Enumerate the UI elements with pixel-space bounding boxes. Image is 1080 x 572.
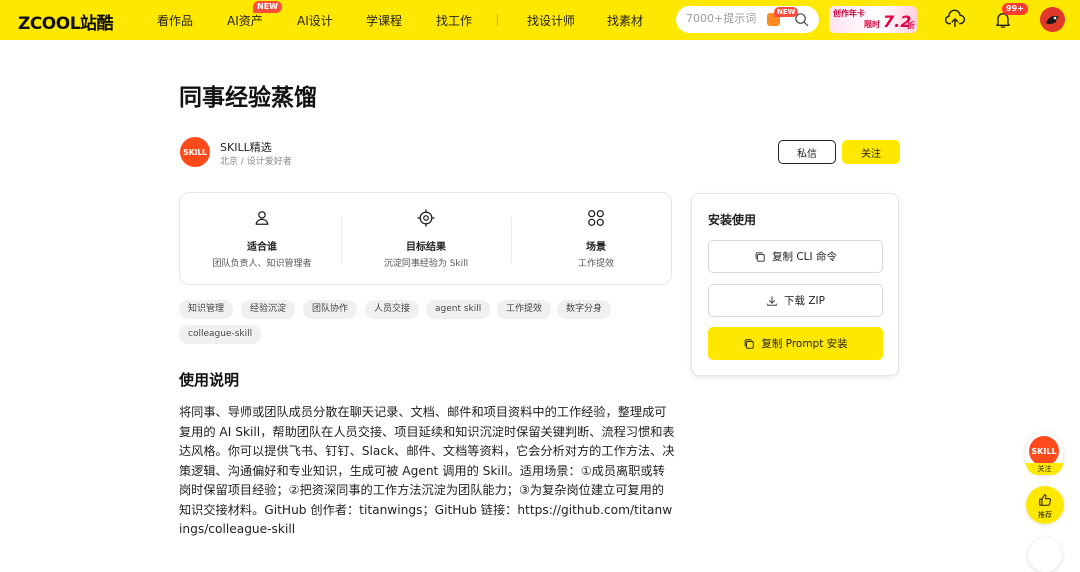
nav-item-courses[interactable]: 学课程 bbox=[366, 12, 402, 29]
tag-digital-twin[interactable]: 数字分身 bbox=[557, 300, 612, 319]
search-input[interactable] bbox=[686, 12, 766, 25]
info-divider bbox=[511, 217, 512, 263]
upload-icon[interactable] bbox=[944, 8, 966, 30]
nav-divider bbox=[497, 14, 498, 26]
tag-agent-skill[interactable]: agent skill bbox=[426, 300, 491, 319]
info-title: 适合谁 bbox=[247, 242, 277, 253]
usage-title: 使用说明 bbox=[179, 371, 240, 389]
author-name[interactable]: SKILL精选 bbox=[220, 139, 272, 155]
author-meta: 北京 / 设计爱好者 bbox=[220, 157, 292, 167]
copy-prompt-label: 复制 Prompt 安装 bbox=[761, 338, 848, 350]
floating-skill-label: 关注 bbox=[1026, 463, 1063, 475]
tag-colleague-skill[interactable]: colleague-skill bbox=[179, 325, 262, 344]
target-icon bbox=[417, 209, 435, 227]
info-scene: 场景 工作提效 bbox=[514, 193, 678, 286]
copy-icon bbox=[755, 251, 765, 262]
info-goal: 目标结果 沉淀同事经验为 Skill bbox=[344, 193, 508, 286]
search-icon[interactable] bbox=[794, 12, 809, 27]
grid-icon bbox=[588, 210, 604, 226]
install-title: 安装使用 bbox=[708, 213, 757, 227]
promo-banner[interactable]: 创作年卡 限时 7.2 折 bbox=[829, 6, 917, 33]
back-to-top-button[interactable] bbox=[1028, 538, 1062, 572]
promo-title: 创作年卡 bbox=[833, 9, 865, 18]
nav-item-jobs[interactable]: 找工作 bbox=[436, 12, 472, 29]
notification-badge: 99+ bbox=[1002, 3, 1028, 15]
download-zip-button[interactable]: 下载 ZIP bbox=[708, 284, 883, 317]
tag-knowledge-management[interactable]: 知识管理 bbox=[179, 300, 234, 319]
tag-team-collab[interactable]: 团队协作 bbox=[303, 300, 358, 319]
search-box: NEW bbox=[676, 6, 819, 33]
avatar-character-icon bbox=[1040, 7, 1065, 32]
install-panel: 安装使用 复制 CLI 命令 下载 ZIP 复制 Prompt 安装 bbox=[691, 193, 899, 376]
top-nav-bar: ZCOOL站酷 看作品 AI资产 NEW AI设计 学课程 找工作 找设计师 找… bbox=[0, 0, 1080, 40]
floating-skill-follow[interactable]: SKILL 关注 bbox=[1026, 432, 1063, 475]
follow-button[interactable]: 关注 bbox=[842, 140, 900, 164]
nav-item-ai-design[interactable]: AI设计 bbox=[297, 12, 333, 29]
usage-description: 将同事、导师或团队成员分散在聊天记录、文档、邮件和项目资料中的工作经验，整理成可… bbox=[179, 405, 675, 536]
user-icon bbox=[255, 211, 269, 225]
thumbs-up-icon bbox=[1039, 494, 1051, 506]
floating-skill-avatar: SKILL bbox=[1029, 436, 1059, 466]
tag-handover[interactable]: 人员交接 bbox=[365, 300, 420, 319]
nav-item-materials[interactable]: 找素材 bbox=[607, 12, 643, 29]
tag-efficiency[interactable]: 工作提效 bbox=[497, 300, 552, 319]
tag-experience[interactable]: 经验沉淀 bbox=[241, 300, 296, 319]
info-title: 目标结果 bbox=[406, 242, 446, 253]
promo-subtitle: 限时 bbox=[864, 20, 880, 29]
nav-item-ai-assets[interactable]: AI资产 bbox=[227, 12, 263, 29]
user-avatar[interactable] bbox=[1040, 7, 1065, 32]
download-zip-label: 下载 ZIP bbox=[784, 295, 825, 307]
page-title: 同事经验蒸馏 bbox=[179, 85, 317, 111]
info-title: 场景 bbox=[586, 242, 606, 253]
info-audience: 适合谁 团队负责人、知识管理者 bbox=[180, 193, 344, 286]
download-icon bbox=[767, 295, 777, 306]
floating-recommend-button[interactable]: 推荐 bbox=[1026, 486, 1064, 524]
copy-prompt-button[interactable]: 复制 Prompt 安装 bbox=[708, 327, 883, 360]
info-subtitle: 工作提效 bbox=[577, 259, 614, 269]
info-subtitle: 团队负责人、知识管理者 bbox=[212, 259, 312, 269]
nav-item-designers[interactable]: 找设计师 bbox=[527, 12, 575, 29]
zcool-logo[interactable]: ZCOOL站酷 bbox=[18, 9, 114, 34]
message-button[interactable]: 私信 bbox=[778, 140, 836, 164]
info-card: 适合谁 团队负责人、知识管理者 目标结果 沉淀同事经验为 Skill 场景 工作… bbox=[179, 192, 672, 285]
copy-cli-button[interactable]: 复制 CLI 命令 bbox=[708, 240, 883, 273]
floating-recommend-label: 推荐 bbox=[1038, 511, 1052, 519]
promo-unit: 折 bbox=[907, 21, 915, 30]
new-badge: NEW bbox=[253, 1, 282, 13]
copy-cli-label: 复制 CLI 命令 bbox=[772, 251, 837, 263]
info-divider bbox=[341, 217, 342, 263]
nav-item-works[interactable]: 看作品 bbox=[157, 12, 193, 29]
copy-icon bbox=[744, 338, 755, 349]
author-avatar[interactable]: SKILL bbox=[180, 137, 210, 167]
info-subtitle: 沉淀同事经验为 Skill bbox=[383, 259, 469, 269]
